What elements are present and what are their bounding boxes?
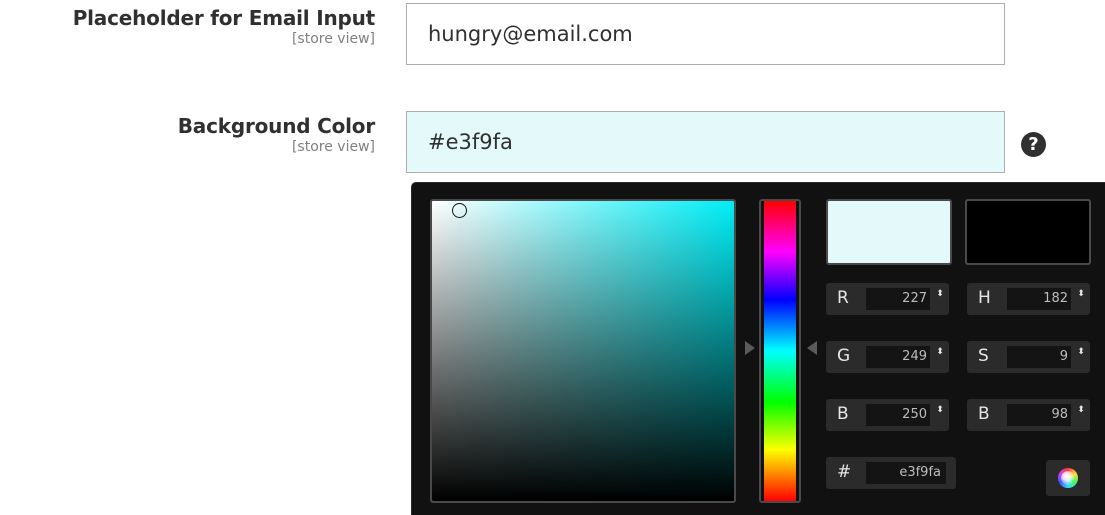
red-channel-letter: R [837, 288, 849, 308]
brightness-channel-field[interactable]: B 98 ⬍ [967, 399, 1090, 431]
green-channel-field[interactable]: G 249 ⬍ [826, 341, 949, 373]
hex-field[interactable]: # e3f9fa [826, 457, 956, 489]
saturation-cursor[interactable] [452, 203, 467, 218]
green-channel-input[interactable]: 249 [866, 346, 930, 368]
apply-color-button[interactable] [1046, 460, 1090, 496]
hue-spinner-icon[interactable]: ⬍ [1076, 289, 1086, 309]
email-placeholder-label-block: Placeholder for Email Input [store view] [72, 6, 376, 47]
brightness-spinner-icon[interactable]: ⬍ [1076, 405, 1086, 425]
green-spinner-icon[interactable]: ⬍ [935, 347, 945, 367]
color-picker-panel: R 227 ⬍ H 182 ⬍ G 249 ⬍ S 9 ⬍ B 250 ⬍ B … [411, 182, 1105, 515]
brightness-channel-letter: B [978, 404, 990, 424]
saturation-channel-letter: S [978, 346, 989, 366]
current-color-swatch[interactable] [965, 199, 1091, 265]
question-circle-icon[interactable]: ? [1021, 132, 1046, 157]
red-channel-input[interactable]: 227 [866, 288, 930, 310]
saturation-channel-input[interactable]: 9 [1007, 346, 1071, 368]
saturation-brightness-field[interactable] [430, 199, 736, 503]
email-placeholder-scope: [store view] [291, 31, 375, 47]
background-color-label-block: Background Color [store view] [178, 114, 375, 155]
hue-channel-input[interactable]: 182 [1007, 288, 1071, 310]
red-spinner-icon[interactable]: ⬍ [935, 289, 945, 309]
saturation-spinner-icon[interactable]: ⬍ [1076, 347, 1086, 367]
background-color-input[interactable]: #e3f9fa [406, 111, 1005, 173]
hex-hash-label: # [837, 462, 852, 482]
green-channel-letter: G [837, 346, 851, 366]
hue-slider-right-arrow-icon[interactable] [807, 341, 817, 355]
background-color-scope: [store view] [291, 139, 375, 155]
hue-slider-left-arrow-icon[interactable] [745, 341, 755, 355]
hue-channel-letter: H [978, 288, 991, 308]
color-wheel-icon [1058, 468, 1078, 488]
hue-channel-field[interactable]: H 182 ⬍ [967, 283, 1090, 315]
hue-spectrum [764, 201, 796, 501]
new-color-swatch [826, 199, 952, 265]
background-color-label: Background Color [177, 114, 375, 138]
blue-channel-field[interactable]: B 250 ⬍ [826, 399, 949, 431]
blue-spinner-icon[interactable]: ⬍ [935, 405, 945, 425]
red-channel-field[interactable]: R 227 ⬍ [826, 283, 949, 315]
hex-input[interactable]: e3f9fa [866, 462, 946, 484]
blue-channel-letter: B [837, 404, 849, 424]
saturation-channel-field[interactable]: S 9 ⬍ [967, 341, 1090, 373]
hue-slider[interactable] [759, 199, 801, 503]
email-placeholder-input[interactable]: hungry@email.com [406, 3, 1005, 65]
email-placeholder-label: Placeholder for Email Input [72, 6, 376, 30]
saturation-black-layer [432, 201, 734, 501]
brightness-channel-input[interactable]: 98 [1007, 404, 1071, 426]
blue-channel-input[interactable]: 250 [866, 404, 930, 426]
